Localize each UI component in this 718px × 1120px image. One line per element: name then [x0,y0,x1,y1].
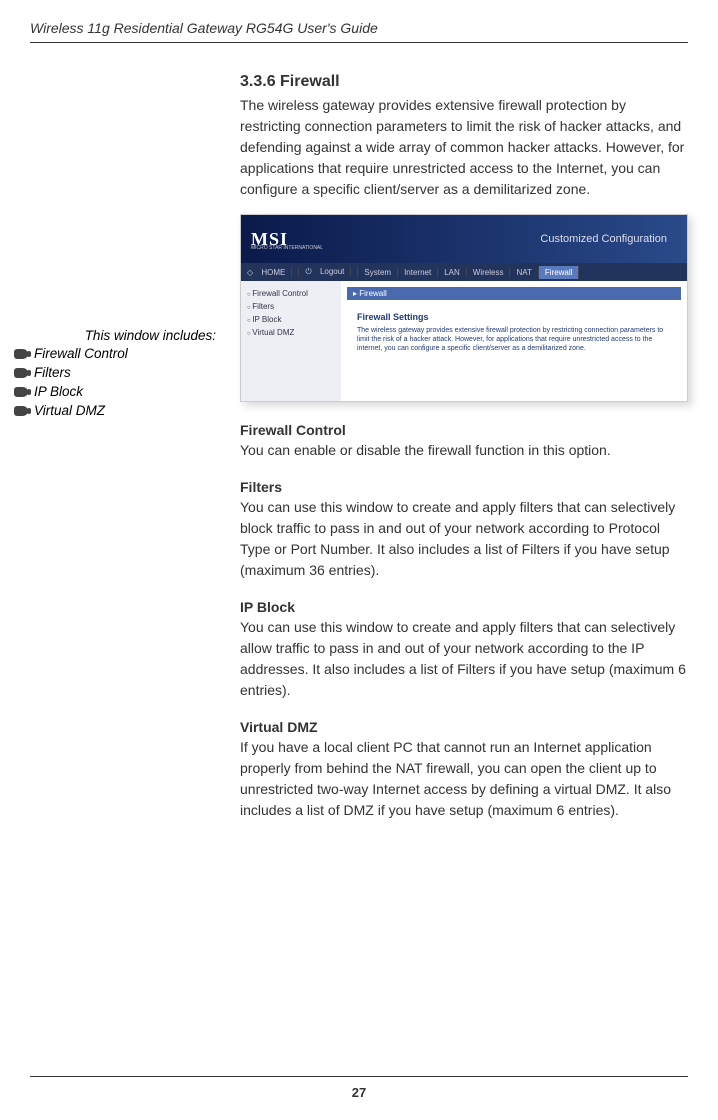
bullet-icon [14,368,28,378]
nav-tab-nat[interactable]: NAT [510,268,538,277]
subsection-title: Filters [240,479,688,495]
list-item: IP Block [14,383,224,402]
page-footer: 27 [0,1076,718,1100]
subsection-body: You can use this window to create and ap… [240,617,688,701]
section-intro: The wireless gateway provides extensive … [240,95,688,200]
subsection-ip-block: IP Block You can use this window to crea… [240,599,688,701]
screenshot-sidebar: Firewall Control Filters IP Block Virtua… [241,281,341,401]
page-number: 27 [352,1085,366,1100]
left-column [30,73,240,839]
subsection-filters: Filters You can use this window to creat… [240,479,688,581]
sidebar-item-firewall-control[interactable]: Firewall Control [247,287,335,300]
nav-home[interactable]: ◇ HOME [241,268,299,277]
sidebar-item-filters[interactable]: Filters [247,300,335,313]
msi-banner: MSI MICRO STAR INTERNATIONAL Customized … [241,215,687,263]
section-title: 3.3.6 Firewall [240,73,688,91]
subsection-title: IP Block [240,599,688,615]
sidebar-item-virtual-dmz[interactable]: Virtual DMZ [247,326,335,339]
subsection-body: You can use this window to create and ap… [240,497,688,581]
settings-title: Firewall Settings [357,312,671,322]
msi-logo-subtext: MICRO STAR INTERNATIONAL [251,245,323,251]
screenshot-main: ▸ Firewall Firewall Settings The wireles… [341,281,687,401]
settings-text: The wireless gateway provides extensive … [357,326,671,353]
subsection-title: Firewall Control [240,422,688,438]
nav-bar: ◇ HOME ⏻ Logout System Internet LAN Wire… [241,263,687,281]
bullet-icon [14,406,28,416]
nav-logout[interactable]: ⏻ Logout [299,267,358,277]
page-header: Wireless 11g Residential Gateway RG54G U… [30,20,688,43]
list-item: Virtual DMZ [14,402,224,421]
list-item: Filters [14,364,224,383]
nav-tab-system[interactable]: System [358,268,398,277]
subsection-body: You can enable or disable the firewall f… [240,440,688,461]
list-item: Firewall Control [14,345,224,364]
nav-tab-firewall[interactable]: Firewall [539,266,580,279]
right-column: 3.3.6 Firewall The wireless gateway prov… [240,73,688,839]
banner-title: Customized Configuration [540,233,667,245]
sidebar-note: This window includes: Firewall Control F… [14,328,224,421]
bullet-icon [14,387,28,397]
subsection-body: If you have a local client PC that canno… [240,737,688,821]
panel-heading: ▸ Firewall [347,287,681,300]
sidebar-item-ip-block[interactable]: IP Block [247,313,335,326]
subsection-title: Virtual DMZ [240,719,688,735]
subsection-virtual-dmz: Virtual DMZ If you have a local client P… [240,719,688,821]
ui-screenshot: MSI MICRO STAR INTERNATIONAL Customized … [240,214,688,402]
subsection-firewall-control: Firewall Control You can enable or disab… [240,422,688,461]
this-window-label: This window includes: [14,328,224,343]
nav-tab-internet[interactable]: Internet [398,268,438,277]
bullet-icon [14,349,28,359]
nav-tab-lan[interactable]: LAN [438,268,467,277]
nav-tab-wireless[interactable]: Wireless [467,268,511,277]
